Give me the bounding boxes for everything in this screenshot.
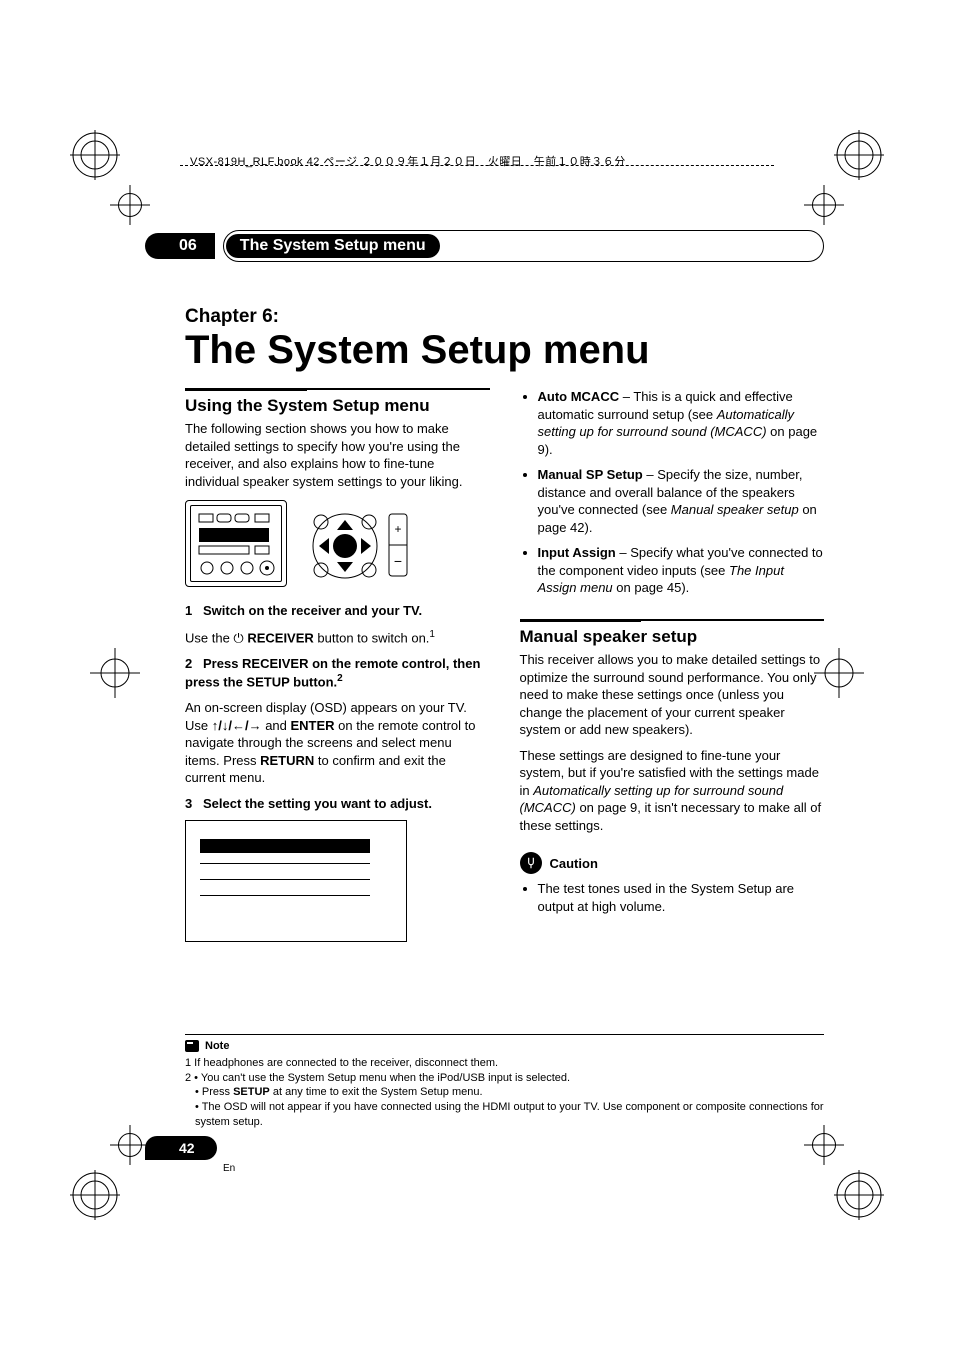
- step-3: 3Select the setting you want to adjust.: [185, 795, 490, 813]
- osd-placeholder: [185, 820, 407, 942]
- footnote-2b: • Press SETUP at any time to exit the Sy…: [185, 1085, 824, 1100]
- chapter-label: Chapter 6:: [185, 306, 824, 328]
- print-mark-mid-left: [90, 648, 140, 698]
- manual-p2: These settings are designed to fine-tune…: [520, 747, 825, 835]
- option-manual-sp-setup: Manual SP Setup – Specify the size, numb…: [538, 466, 825, 536]
- chapter-title-tab: The System Setup menu: [223, 230, 824, 262]
- step-1: 1Switch on the receiver and your TV.: [185, 602, 490, 620]
- page-title: The System Setup menu: [185, 330, 824, 370]
- step-1-body: Use the ⏻ RECEIVER button to switch on.1: [185, 628, 490, 647]
- caution-list: The test tones used in the System Setup …: [520, 880, 825, 915]
- caution-row: Caution: [520, 852, 825, 874]
- note-icon: [185, 1040, 199, 1052]
- caution-label: Caution: [550, 856, 598, 871]
- svg-text:+: +: [394, 522, 401, 536]
- left-column: Using the System Setup menu The followin…: [185, 388, 490, 942]
- setting-options-list: Auto MCACC – This is a quick and effecti…: [520, 388, 825, 597]
- print-mark-bottom-right: [834, 1170, 884, 1220]
- section-manual-heading: Manual speaker setup: [520, 619, 825, 647]
- chapter-header-bar: 06 The System Setup menu: [185, 230, 824, 262]
- arrow-keys-icon: ↑/↓/←/→: [212, 718, 262, 733]
- step-2: 2Press RECEIVER on the remote control, t…: [185, 655, 490, 691]
- option-input-assign: Input Assign – Specify what you've conne…: [538, 544, 825, 597]
- power-icon: ⏻: [233, 630, 243, 645]
- chapter-number-pill: 06: [145, 233, 215, 259]
- note-label: Note: [205, 1039, 229, 1054]
- remote-diagram: + −: [301, 500, 421, 590]
- footnote-2a: 2 • You can't use the System Setup menu …: [185, 1071, 824, 1086]
- chapter-title: The System Setup menu: [226, 234, 440, 258]
- step-2-body: An on-screen display (OSD) appears on yo…: [185, 699, 490, 787]
- section-using-intro: The following section shows you how to m…: [185, 420, 490, 490]
- manual-p1: This receiver allows you to make detaile…: [520, 651, 825, 739]
- svg-text:−: −: [394, 553, 402, 569]
- print-mark-top-left: [70, 130, 120, 180]
- page-number: 42: [145, 1136, 217, 1160]
- receiver-front-diagram: [185, 500, 287, 587]
- crop-cross-tl: [110, 185, 150, 225]
- footnotes: Note 1 If headphones are connected to th…: [185, 1034, 824, 1130]
- footnote-1: 1 If headphones are connected to the rec…: [185, 1056, 824, 1071]
- crop-cross-tr: [804, 185, 844, 225]
- book-meta: VSX-819H_RLF.book 42 ページ ２００９年１月２０日 火曜日 …: [190, 153, 626, 169]
- right-column: Auto MCACC – This is a quick and effecti…: [520, 388, 825, 942]
- language-code: En: [223, 1163, 235, 1174]
- option-auto-mcacc: Auto MCACC – This is a quick and effecti…: [538, 388, 825, 458]
- section-using-heading: Using the System Setup menu: [185, 388, 490, 416]
- diagram-row: + −: [185, 500, 490, 590]
- crop-cross-bl: [110, 1125, 150, 1165]
- caution-icon: [520, 852, 542, 874]
- print-mark-bottom-left: [70, 1170, 120, 1220]
- print-mark-top-right: [834, 130, 884, 180]
- caution-item: The test tones used in the System Setup …: [538, 880, 825, 915]
- footnote-2c: • The OSD will not appear if you have co…: [185, 1100, 824, 1130]
